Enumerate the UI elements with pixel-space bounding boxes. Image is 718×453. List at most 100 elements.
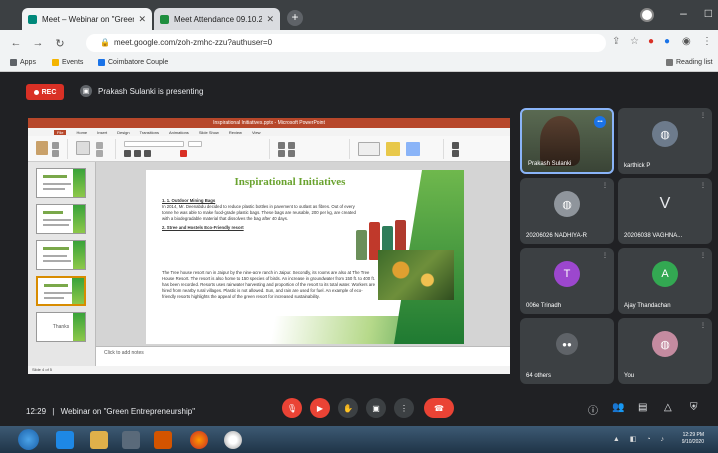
present-screen-icon: ▣ xyxy=(80,85,92,97)
back-icon[interactable]: ← xyxy=(10,37,22,49)
participant-tile[interactable]: ⋮ ◍ 20206026 NADHIYA-R xyxy=(520,178,614,244)
paste-icon xyxy=(36,141,48,155)
slide-thumbnail[interactable] xyxy=(36,168,86,198)
ppt-ribbon xyxy=(28,136,510,162)
present-button[interactable]: ▣ xyxy=(366,398,386,418)
cast-icon[interactable]: ⇪ xyxy=(612,36,620,47)
new-tab-button[interactable]: + xyxy=(287,10,303,26)
chrome-icon[interactable] xyxy=(224,431,242,449)
mic-off-button[interactable]: 🎙 xyxy=(282,398,302,418)
system-tray[interactable]: ▲ ◧ ◔ ♪ xyxy=(613,435,668,443)
slide-paragraph: The Tree house resort run in Jaipur by t… xyxy=(162,270,375,299)
current-slide: Inspirational Initiatives 1. 1. Outdoor … xyxy=(146,170,464,344)
ppt-window-title: Inspirational Initiatives.pptx - Microso… xyxy=(28,118,510,128)
info-icon[interactable]: ⓘ xyxy=(588,402,598,417)
slide-thumbnail[interactable]: Thanks xyxy=(36,312,86,342)
browser-tab-bar: Meet – Webinar on "Green ✕ Meet Attendan… xyxy=(0,0,718,30)
more-icon[interactable]: ⋮ xyxy=(700,112,706,119)
file-explorer-icon[interactable] xyxy=(90,431,108,449)
reading-list[interactable]: Reading list xyxy=(666,59,713,66)
more-icon[interactable]: ⋮ xyxy=(700,322,706,329)
participant-name: Ajay Thandachan xyxy=(624,303,671,309)
bullet-heading: 2. Stree and Hostels Eco-Friendly resort xyxy=(162,225,244,230)
others-tile[interactable]: ●● 64 others xyxy=(520,318,614,384)
align-center-icon xyxy=(288,150,295,157)
participant-tile[interactable]: ⋮ ◍ karthick P xyxy=(618,108,712,174)
more-icon[interactable]: ⋮ xyxy=(700,252,706,259)
more-icon[interactable]: ⋮ xyxy=(602,182,608,189)
font-group xyxy=(120,139,270,159)
slide-thumbnail[interactable] xyxy=(36,204,86,234)
ie-icon[interactable] xyxy=(56,431,74,449)
camera-off-icon: ▶ xyxy=(316,403,324,413)
align-left-icon xyxy=(278,150,285,157)
new-slide-icon xyxy=(76,141,90,155)
system-clock[interactable]: 12:29 PM 9/10/2020 xyxy=(682,432,704,446)
editing-group xyxy=(448,139,504,159)
avatar: ◍ xyxy=(652,121,678,147)
leave-call-button[interactable]: ☎ xyxy=(424,398,454,418)
menu-kebab-icon[interactable]: ⋮ xyxy=(702,36,712,47)
layout-icon xyxy=(96,142,103,149)
host-controls-icon[interactable]: ⛨ xyxy=(690,402,698,413)
hang-up-icon: ☎ xyxy=(434,403,444,413)
more-icon[interactable]: ⋮ xyxy=(700,182,706,189)
close-tab-icon[interactable]: ✕ xyxy=(266,14,274,25)
participant-name: 006e Trinadh xyxy=(526,303,562,309)
forward-icon[interactable]: → xyxy=(32,37,44,49)
activities-icon[interactable]: △ xyxy=(664,402,672,413)
firefox-icon[interactable] xyxy=(190,431,208,449)
font-size-box xyxy=(188,141,202,147)
rec-label: REC xyxy=(41,88,57,96)
thumb-label: Thanks xyxy=(52,324,70,330)
reading-list-label: Reading list xyxy=(676,59,713,66)
minimize-icon[interactable]: – xyxy=(680,6,687,20)
star-icon[interactable]: ☆ xyxy=(630,36,639,47)
avatar-icon[interactable]: ◉ xyxy=(682,36,691,47)
bookmark-icon xyxy=(98,59,105,66)
url-bar[interactable]: 🔒 meet.google.com/zoh-zmhc-zzu?authuser=0 xyxy=(86,34,606,52)
more-options-button[interactable]: ⋮ xyxy=(394,398,414,418)
notes-pane[interactable]: Click to add notes xyxy=(96,346,510,366)
ribbon-tab: View xyxy=(251,129,261,135)
raise-hand-button[interactable]: ✋ xyxy=(338,398,358,418)
bookmark-apps[interactable]: Apps xyxy=(10,59,36,66)
shared-screen: Inspirational Initiatives.pptx - Microso… xyxy=(28,118,510,374)
media-player-icon[interactable] xyxy=(122,431,140,449)
participant-name: You xyxy=(624,373,635,379)
reload-icon[interactable]: ↻ xyxy=(54,37,66,50)
presenting-banner: ▣ Prakash Sulanki is presenting xyxy=(80,85,203,97)
participant-tile[interactable]: ⋮ A Ajay Thandachan xyxy=(618,248,712,314)
cut-icon xyxy=(52,142,59,149)
people-icon[interactable]: 👥 xyxy=(612,402,624,413)
bold-icon xyxy=(124,150,131,157)
profile-icon[interactable] xyxy=(640,8,654,22)
self-tile[interactable]: ⋮ ◍ You xyxy=(618,318,712,384)
chat-icon[interactable]: ▤ xyxy=(638,402,647,413)
slide-thumbnails: Thanks xyxy=(28,162,96,366)
extension-icon[interactable]: ● xyxy=(664,36,670,47)
more-icon[interactable]: ⋮ xyxy=(602,252,608,259)
browser-tab-attendance[interactable]: Meet Attendance 09.10.2020 – ✕ xyxy=(154,8,280,30)
address-toolbar: ← → ↻ 🔒 meet.google.com/zoh-zmhc-zzu?auth… xyxy=(0,30,718,56)
participant-name: karthick P xyxy=(624,163,651,169)
camera-off-button[interactable]: ▶ xyxy=(310,398,330,418)
slide-thumbnail-selected[interactable] xyxy=(36,276,86,306)
extension-icon[interactable]: ● xyxy=(648,36,654,47)
bookmark-events[interactable]: Events xyxy=(52,59,83,66)
slides-group xyxy=(72,139,116,159)
participant-tile[interactable]: ⋮ V 20206038 VAGHNA... xyxy=(618,178,712,244)
bookmark-coimbatore[interactable]: Coimbatore Couple xyxy=(98,59,168,66)
close-tab-icon[interactable]: ✕ xyxy=(138,14,146,25)
meet-area: REC ▣ Prakash Sulanki is presenting Insp… xyxy=(0,72,718,426)
browser-tab-meet[interactable]: Meet – Webinar on "Green ✕ xyxy=(22,8,152,30)
slide-thumbnail[interactable] xyxy=(36,240,86,270)
powerpoint-icon[interactable] xyxy=(154,431,172,449)
underline-icon xyxy=(144,150,151,157)
participant-tile-presenter[interactable]: ••• Prakash Sulanki xyxy=(520,108,614,174)
participant-tile[interactable]: ⋮ T 006e Trinadh xyxy=(520,248,614,314)
start-button-icon[interactable] xyxy=(18,429,39,450)
font-name-box xyxy=(124,141,184,147)
maximize-icon[interactable]: □ xyxy=(705,6,712,20)
folder-icon xyxy=(52,59,59,66)
